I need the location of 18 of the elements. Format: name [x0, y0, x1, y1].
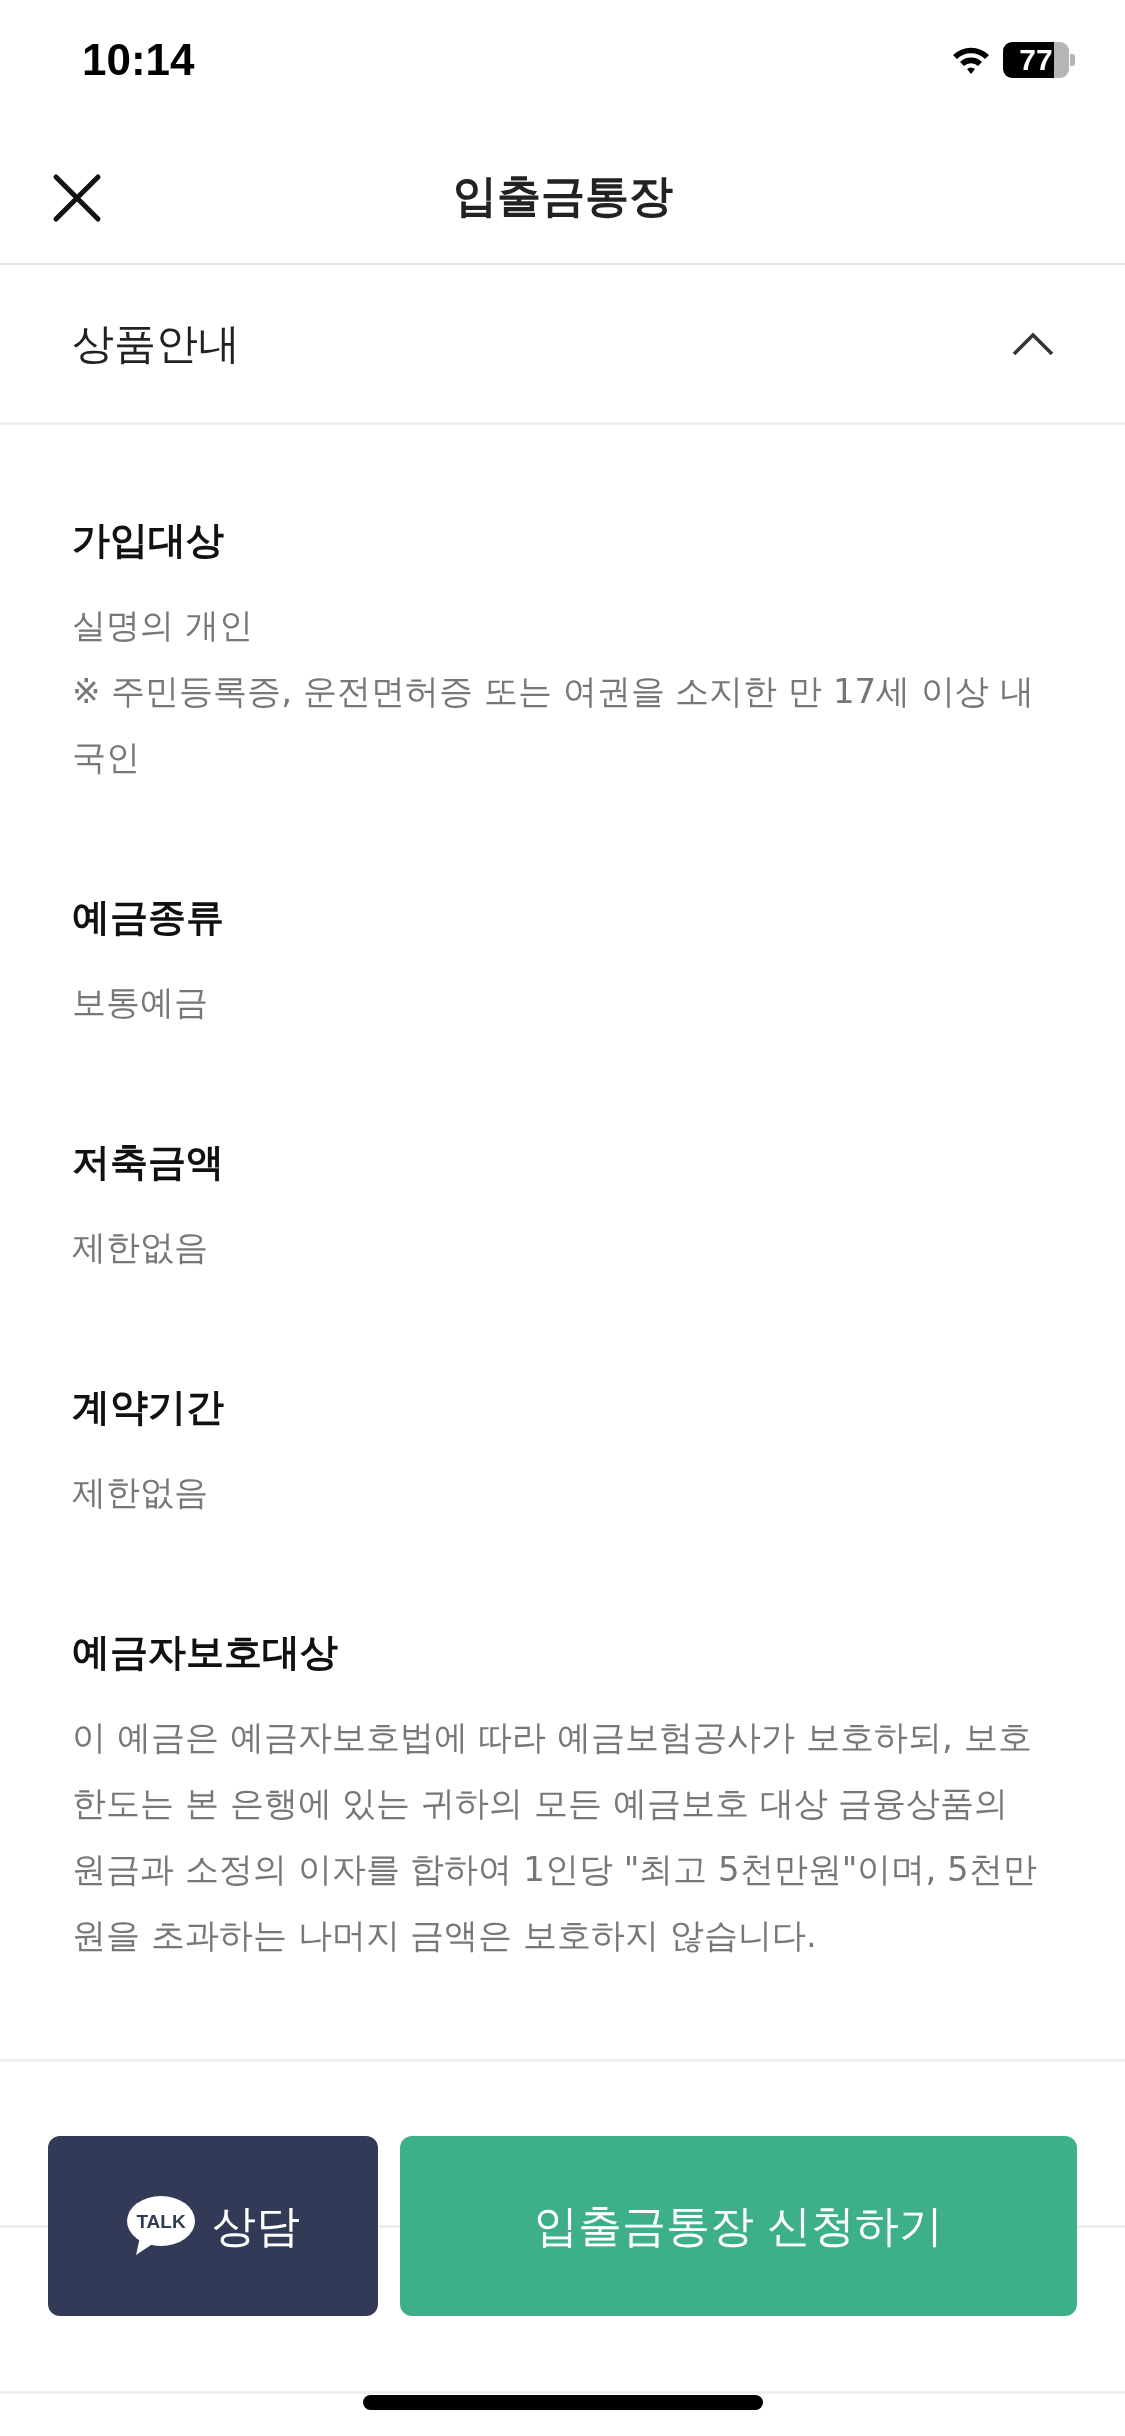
section-title: 예금자보호대상: [72, 1629, 339, 1676]
accordion-header[interactable]: 상품안내: [0, 265, 1125, 425]
status-time: 10:14: [82, 35, 195, 85]
wifi-icon: [951, 45, 991, 75]
section-title: 저축금액: [72, 1139, 225, 1186]
section-title: 가입대상: [72, 517, 225, 564]
chevron-icon: [1011, 330, 1055, 357]
page-title: 입출금통장: [452, 169, 673, 223]
close-button[interactable]: [52, 173, 102, 223]
section-text: ※ 주민등록증, 운전면허증 또는 여권을 소지한 만 17세 이상 내국인: [72, 670, 1035, 779]
section-title: 예금종류: [72, 894, 225, 941]
section-text: 제한없음: [72, 1471, 209, 1514]
section-title: 계약기간: [72, 1384, 225, 1431]
section-text: 이 예금은 예금자보호법에 따라 예금보험공사가 보호하되, 보호한도는 본 은행에 있는 귀하의 모든 예금보호 대상 금융상품의 원금과 소정의 이자를 합하여 1인당 "최고 5천만원"이며, 5천만원을 초과하는 나머지 금액은 보호하지 않습니다.: [72, 1716, 1038, 1957]
section-text: 보통예금: [72, 981, 209, 1024]
section-text: 실명의 개인: [72, 604, 254, 647]
section-text: 제한없음: [72, 1226, 209, 1269]
consult-button[interactable]: TALK 상담: [48, 2136, 378, 2316]
